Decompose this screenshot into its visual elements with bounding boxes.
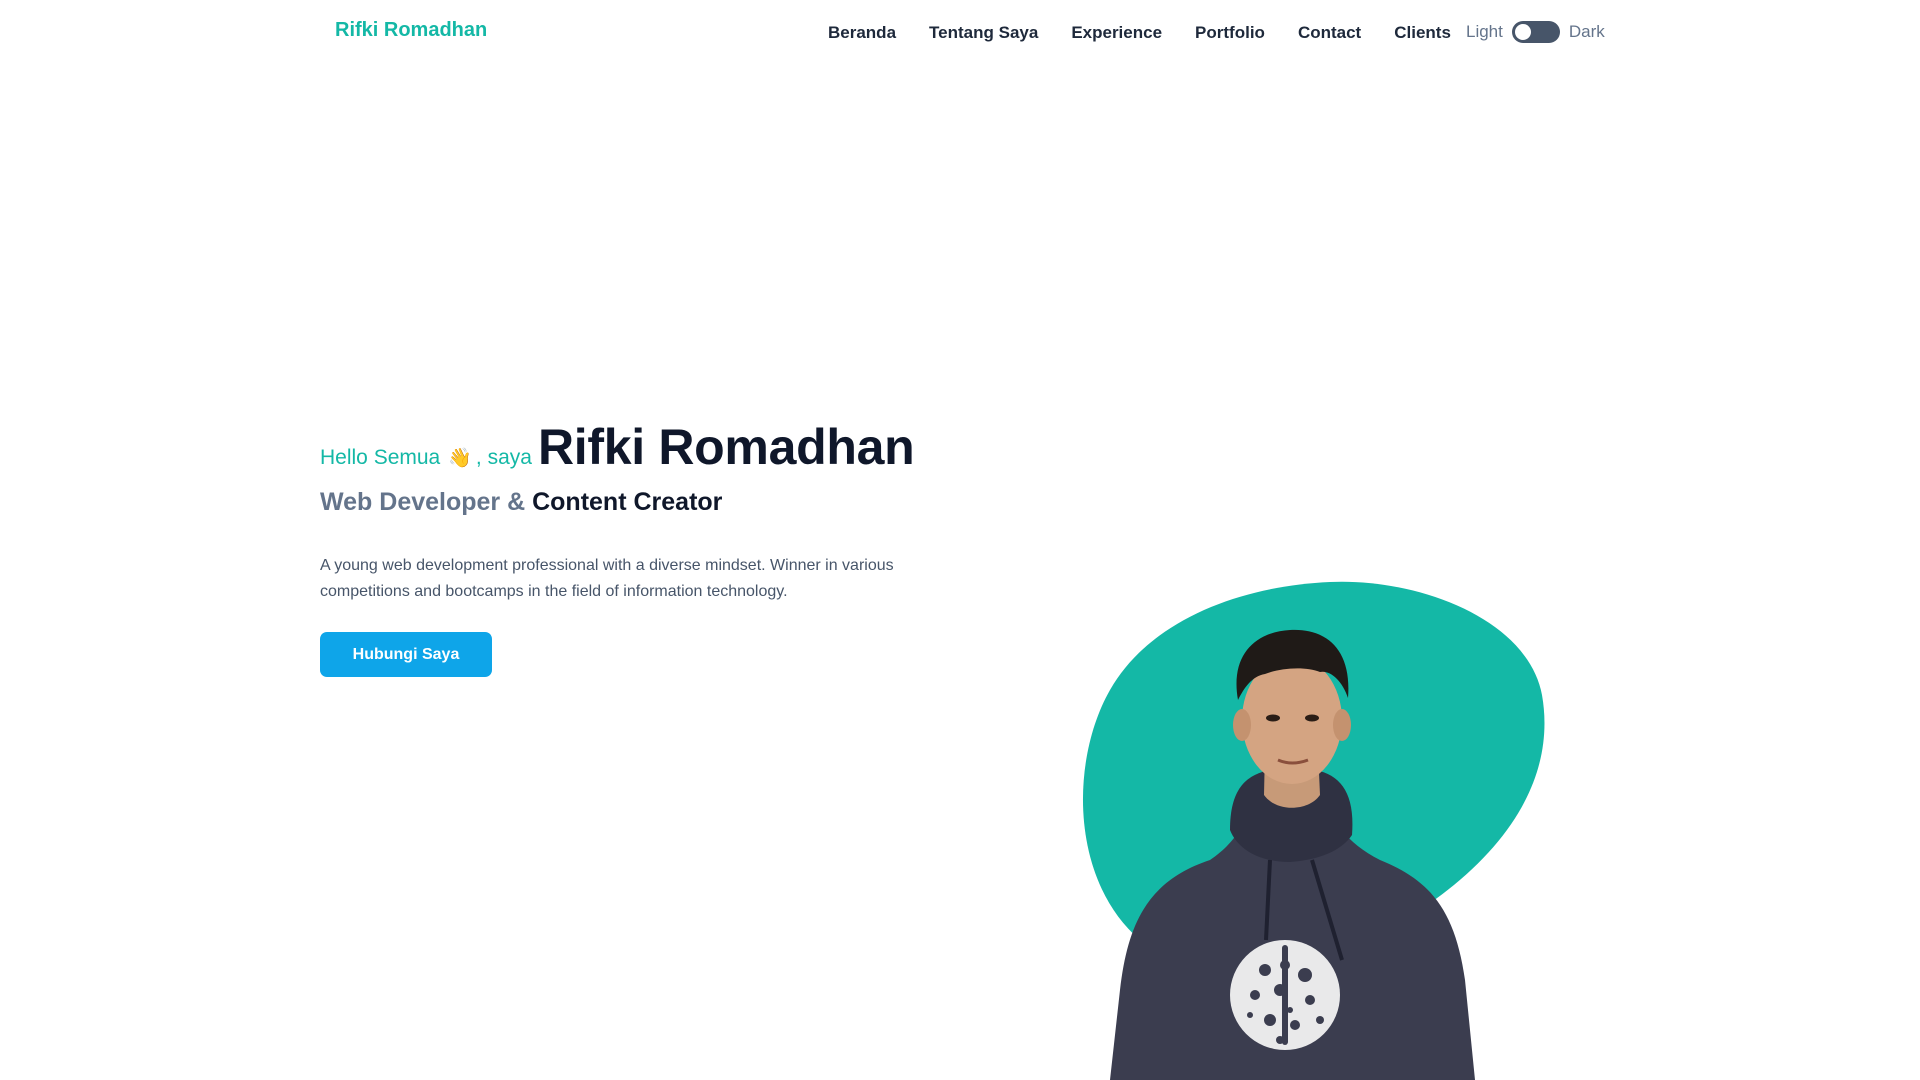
hero-name: Rifki Romadhan [537,419,915,475]
toggle-knob [1514,24,1531,40]
dark-mode-toggle[interactable] [1511,21,1560,43]
nav-item-portfolio[interactable]: Portfolio [1195,22,1265,44]
nav-item-contact[interactable]: Contact [1298,22,1361,44]
hero-role: Web Developer & Content Creator [320,488,1000,517]
main-nav: Beranda Tentang Saya Experience Portfoli… [828,22,1483,44]
hero-section: Hello Semua 👋 , saya Rifki Romadhan Web … [320,418,1000,677]
left-ear-shape [1233,709,1251,741]
portrait-illustration [1082,581,1545,1080]
site-header: Rifki Romadhan Beranda Tentang Saya Expe… [0,0,1920,66]
hero-description: A young web development professional wit… [320,557,894,600]
hero-portrait [1080,580,1560,1080]
page: Rifki Romadhan Beranda Tentang Saya Expe… [0,0,1920,1080]
right-ear-shape [1333,709,1351,741]
nav-item-clients[interactable]: Clients [1394,22,1451,44]
role-web-developer: Web Developer & [320,488,526,516]
theme-switcher: Light Dark [1466,19,1605,45]
right-eye-shape [1305,714,1319,722]
nav-item-beranda[interactable]: Beranda [828,22,896,44]
brand-logo-link[interactable]: Rifki Romadhan [335,19,487,42]
left-eye-shape [1266,714,1280,722]
hero-heading: Hello Semua 👋 , saya Rifki Romadhan [320,418,1000,476]
theme-light-label: Light [1466,22,1503,41]
role-content-creator: Content Creator [532,488,723,516]
contact-me-button[interactable]: Hubungi Saya [320,632,492,677]
hero-greeting: Hello Semua [320,446,441,469]
nav-item-tentang-saya[interactable]: Tentang Saya [929,22,1038,44]
wave-hand-icon: 👋 [448,448,472,469]
theme-dark-label: Dark [1568,22,1605,41]
nav-item-experience[interactable]: Experience [1071,22,1162,44]
hero-greeting-suffix: , saya [475,446,532,469]
